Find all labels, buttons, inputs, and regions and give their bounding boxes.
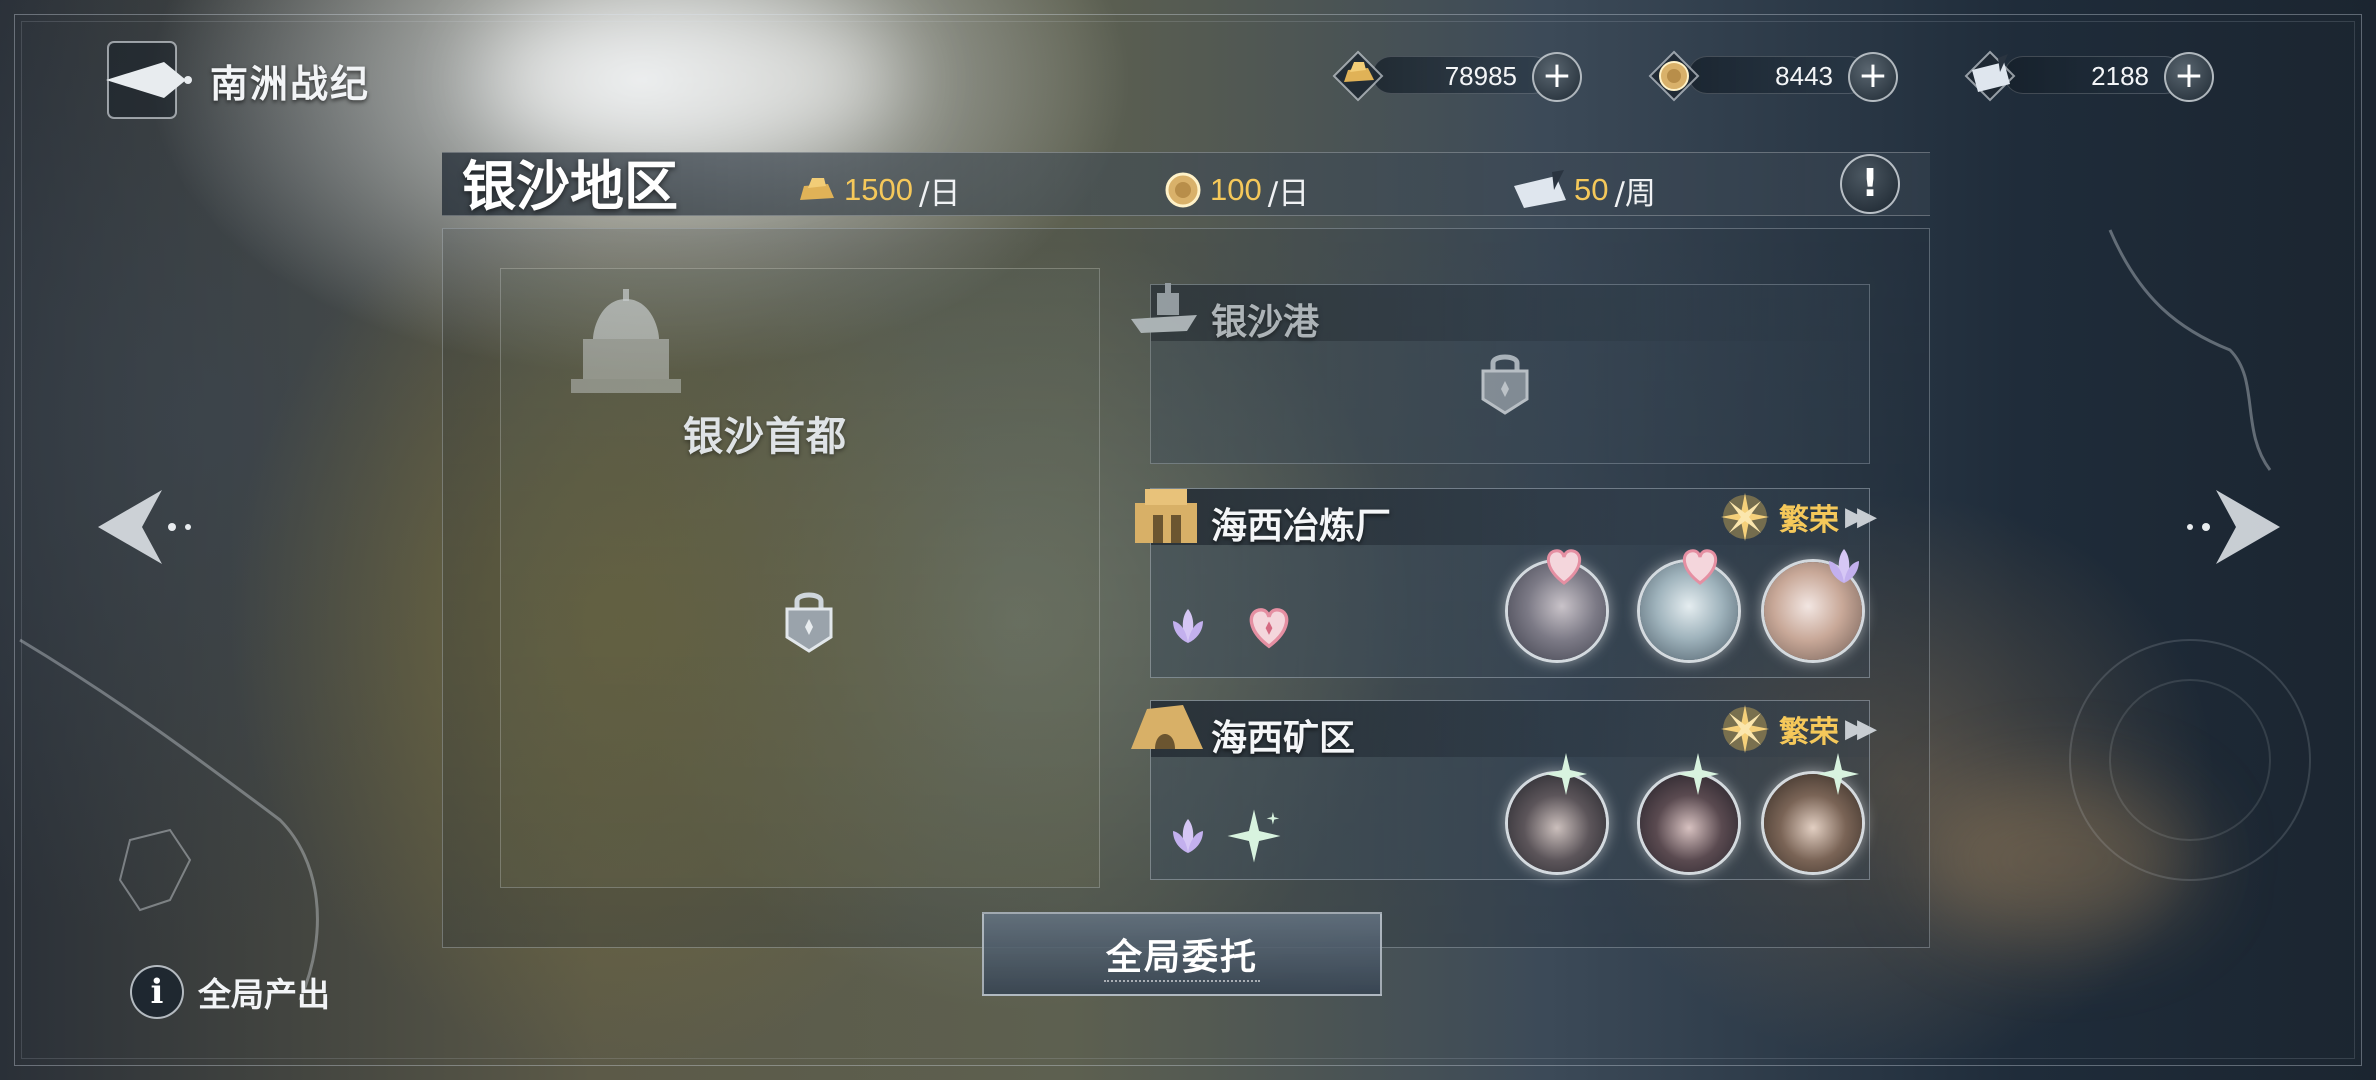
production-letter-amount: 50: [1574, 172, 1609, 207]
prosperity-label: 繁荣: [1779, 503, 1839, 538]
sparkle-icon: [1227, 809, 1281, 863]
global-output-button[interactable]: i 全局产出: [130, 962, 330, 1022]
currency-coin: 8443 +: [1648, 42, 1918, 104]
chevron-right-icon: ▶▶: [1845, 714, 1877, 744]
currency-pill: 8443: [1688, 56, 1868, 94]
factory-icon: [1135, 489, 1197, 543]
district-name: 海西矿区: [1211, 717, 1356, 759]
capital-name: 银沙首都: [683, 413, 847, 460]
currency-gold: 78985 +: [1332, 42, 1602, 104]
district-name: 银沙港: [1211, 301, 1320, 343]
region-name: 银沙地区: [462, 154, 678, 218]
palace-icon: [571, 289, 681, 393]
prosperity-label: 繁荣: [1779, 715, 1839, 750]
letter-amount: 2188: [2091, 61, 2149, 91]
next-region-arrow-icon[interactable]: [2176, 484, 2286, 570]
info-icon: i: [130, 965, 184, 1019]
prosperity-star-icon: [1721, 493, 1769, 541]
currency-pill: 78985: [1372, 56, 1552, 94]
heart-icon: [1249, 608, 1289, 649]
letter-icon: [1514, 170, 1566, 208]
game-title[interactable]: 南洲战纪: [104, 40, 370, 120]
ship-icon: [1131, 283, 1197, 333]
region-header: 银沙地区 1500/日 100/日 50/周 !: [442, 142, 1930, 228]
add-letter-button[interactable]: +: [2164, 52, 2214, 102]
district-card-port[interactable]: 银沙港: [1131, 283, 1870, 464]
spear-emblem-icon: [104, 40, 196, 120]
letter-icon: [1964, 50, 2016, 102]
lotus-icon: [1829, 549, 1859, 583]
prosperity-star-icon: [1721, 705, 1769, 753]
production-letter: 50/周: [1512, 170, 1656, 212]
lock-icon: [785, 592, 833, 653]
district-card-mine[interactable]: 海西矿区 繁荣 ▶▶: [1131, 700, 1877, 880]
gold-ingot-icon: [1332, 50, 1384, 102]
capital-area[interactable]: 银沙首都: [500, 268, 1100, 888]
lotus-icon: [1173, 609, 1203, 643]
prosperity-tag[interactable]: 繁荣 ▶▶: [1717, 705, 1877, 753]
currency-letter: 2188 +: [1964, 42, 2234, 104]
global-delegate-label: 全局委托: [1105, 936, 1258, 978]
gold-ingot-icon: [800, 178, 834, 200]
prosperity-tag[interactable]: 繁荣 ▶▶: [1717, 493, 1877, 541]
coin-icon: [1165, 172, 1201, 208]
global-output-label: 全局产出: [198, 975, 330, 1014]
coin-icon: [1648, 50, 1700, 102]
add-coin-button[interactable]: +: [1848, 52, 1898, 102]
heart-icon: [1546, 549, 1582, 585]
production-letter-unit: /周: [1614, 175, 1656, 212]
game-title-label: 南洲战纪: [210, 60, 371, 106]
coin-amount: 8443: [1775, 61, 1833, 91]
production-gold-amount: 1500: [844, 172, 913, 207]
sparkle-icon: [1817, 753, 1859, 795]
currency-pill: 2188: [2004, 56, 2184, 94]
gold-amount: 78985: [1444, 61, 1517, 91]
production-gold-unit: /日: [918, 175, 961, 212]
production-gold: 1500/日: [796, 170, 961, 212]
region-info-button[interactable]: !: [1840, 154, 1900, 214]
sparkle-icon: [1677, 753, 1719, 795]
production-coin-amount: 100: [1210, 172, 1262, 207]
previous-region-arrow-icon[interactable]: [92, 484, 202, 570]
add-gold-button[interactable]: +: [1532, 52, 1582, 102]
global-delegate-button[interactable]: 全局委托: [982, 912, 1382, 996]
button-divider: [1104, 980, 1260, 982]
production-coin-unit: /日: [1267, 175, 1310, 212]
chevron-right-icon: ▶▶: [1845, 502, 1877, 532]
lock-icon: [1481, 354, 1529, 415]
mine-icon: [1131, 705, 1203, 749]
sparkle-icon: [1545, 753, 1587, 795]
lotus-icon: [1173, 819, 1203, 853]
district-card-smelter[interactable]: 海西冶炼厂 繁荣 ▶▶: [1135, 488, 1877, 678]
production-coin: 100/日: [1162, 170, 1310, 212]
heart-icon: [1682, 549, 1718, 585]
district-name: 海西冶炼厂: [1211, 505, 1392, 547]
